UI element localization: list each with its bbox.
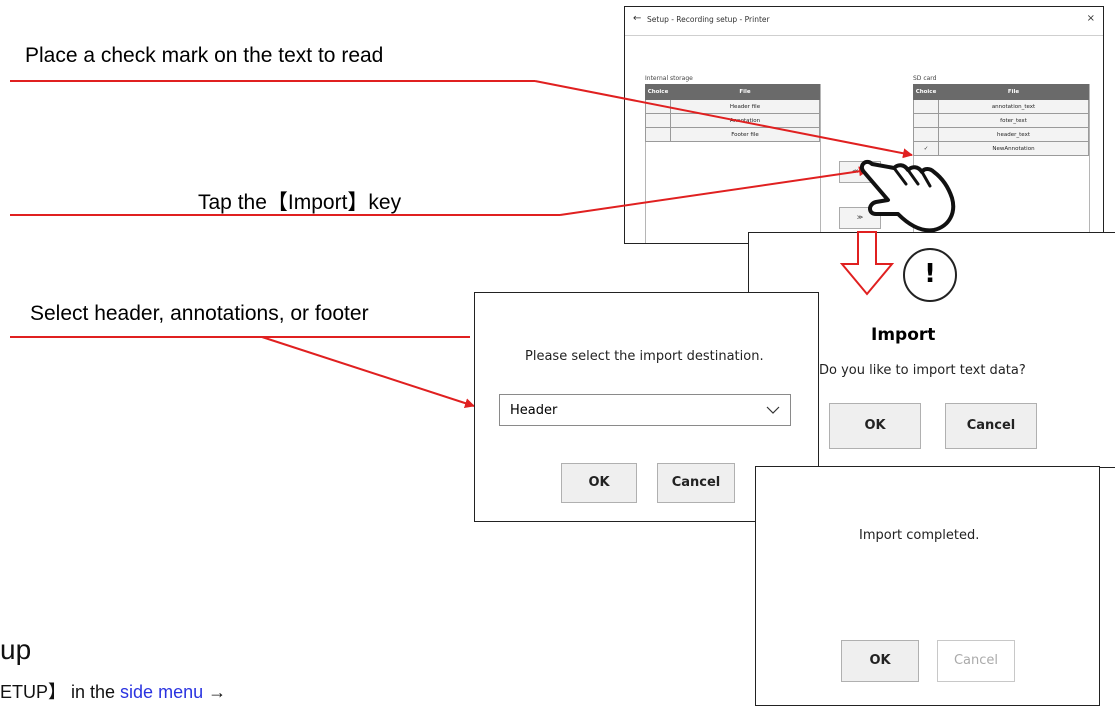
destination-select[interactable]: Header (499, 394, 791, 426)
side-menu-link[interactable]: side menu (120, 682, 203, 702)
import-completed-dialog: Import completed. OK Cancel (755, 466, 1100, 706)
instruction-pre: ETUP】 in the (0, 682, 121, 702)
section-heading-fragment: up (0, 634, 32, 665)
import-dialog-message: Do you like to import text data? (819, 363, 1026, 378)
instruction-post: → (203, 682, 227, 702)
completed-cancel-button: Cancel (937, 640, 1015, 682)
destination-ok-button[interactable]: OK (561, 463, 637, 503)
instruction-fragment: ETUP】 in the side menu → (0, 678, 226, 704)
destination-message: Please select the import destination. (525, 349, 764, 364)
hand-pointer-icon (859, 159, 956, 233)
warning-icon: ! (903, 248, 957, 302)
completed-ok-button[interactable]: OK (841, 640, 919, 682)
import-cancel-button[interactable]: Cancel (945, 403, 1037, 449)
import-dialog-title: Import (871, 325, 936, 345)
destination-cancel-button[interactable]: Cancel (657, 463, 735, 503)
import-ok-button[interactable]: OK (829, 403, 921, 449)
destination-selected-value: Header (510, 403, 558, 418)
chevron-down-icon (766, 406, 780, 414)
completed-message: Import completed. (859, 528, 980, 543)
down-arrow-icon (839, 231, 895, 296)
